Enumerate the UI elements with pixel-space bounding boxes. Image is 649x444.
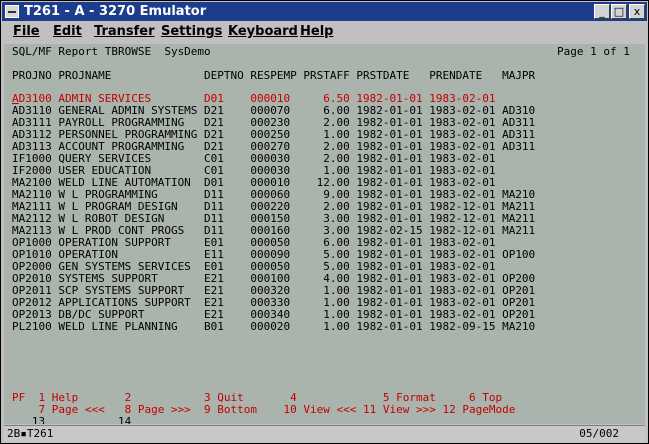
menu-transfer[interactable]: Transfer bbox=[94, 23, 155, 41]
menu-help-label: Help bbox=[300, 24, 334, 39]
menu-settings-label: Settings bbox=[161, 24, 223, 39]
pf-keys-line-3[interactable]: 13 14 bbox=[12, 416, 131, 425]
menu-keyboard-label: Keyboard bbox=[228, 24, 298, 39]
table-row[interactable]: PL2100 WELD LINE PLANNING B01 000020 1.0… bbox=[12, 321, 535, 333]
menu-help[interactable]: Help bbox=[300, 23, 333, 41]
menu-edit[interactable]: Edit bbox=[53, 23, 82, 41]
report-title: SQL/MF Report TBROWSE SysDemo bbox=[12, 45, 211, 58]
menu-settings[interactable]: Settings bbox=[161, 23, 222, 41]
menu-bar: File Edit Transfer Settings Keyboard Hel… bbox=[2, 22, 647, 43]
window-title: T261 - A - 3270 Emulator bbox=[24, 4, 207, 19]
maximize-button[interactable]: □ bbox=[611, 4, 627, 19]
window-menu-icon[interactable] bbox=[5, 5, 19, 18]
emulator-window: T261 - A - 3270 Emulator _ □ x File Edit… bbox=[0, 0, 649, 444]
page-indicator: Page 1 of 1 bbox=[557, 45, 630, 58]
cursor-position: 05/002 bbox=[579, 427, 619, 440]
menu-file[interactable]: File bbox=[13, 23, 40, 41]
column-headers: PROJNO PROJNAME DEPTNO RESPEMP PRSTAFF P… bbox=[12, 69, 536, 82]
title-bar[interactable]: T261 - A - 3270 Emulator _ □ x bbox=[2, 2, 647, 21]
status-bar: 2B▪T261 05/002 bbox=[4, 425, 645, 442]
menu-file-label: File bbox=[13, 24, 40, 39]
terminal-screen[interactable]: SQL/MF Report TBROWSE SysDemo Page 1 of … bbox=[4, 44, 645, 424]
menu-edit-label: Edit bbox=[53, 24, 82, 39]
menu-keyboard[interactable]: Keyboard bbox=[228, 23, 298, 41]
minimize-button[interactable]: _ bbox=[594, 4, 610, 19]
close-button[interactable]: x bbox=[629, 4, 645, 19]
session-status: 2B▪T261 bbox=[7, 427, 54, 440]
menu-transfer-label: Transfer bbox=[94, 24, 155, 39]
